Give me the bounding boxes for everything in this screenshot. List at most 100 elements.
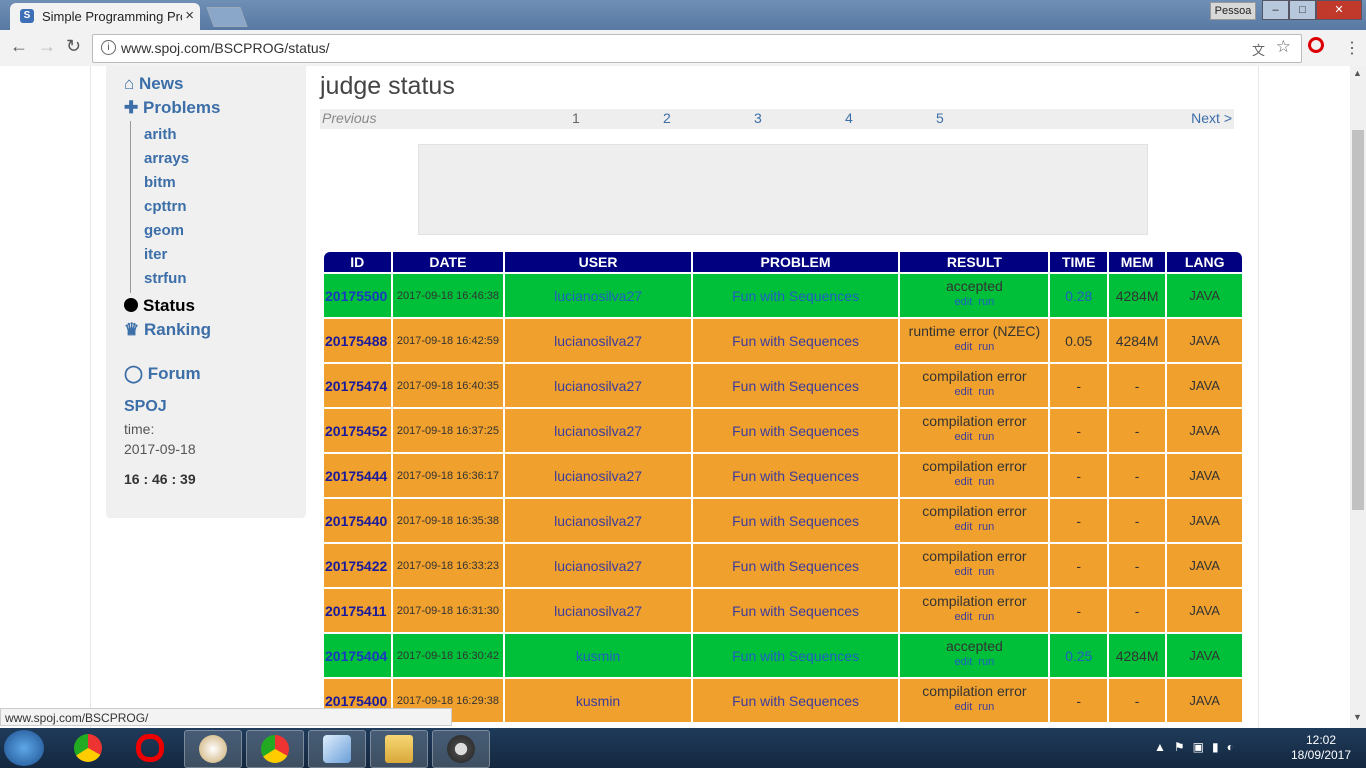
pager-page[interactable]: 2 [663, 110, 671, 126]
run-link[interactable]: run [978, 386, 994, 398]
bookmark-star-icon[interactable]: ☆ [1276, 37, 1291, 57]
submission-user[interactable]: lucianosilva27 [505, 544, 691, 587]
edit-link[interactable]: edit [955, 566, 973, 578]
sidebar-subitem[interactable]: iter [144, 246, 167, 263]
run-link[interactable]: run [978, 431, 994, 443]
run-link[interactable]: run [978, 296, 994, 308]
taskbar-app[interactable] [370, 730, 428, 768]
result-actions: edit run [900, 341, 1048, 353]
translate-icon[interactable]: 文 [1252, 40, 1265, 59]
submission-problem[interactable]: Fun with Sequences [692, 589, 899, 632]
edit-link[interactable]: edit [955, 701, 973, 713]
sidebar-item-forum[interactable]: ◯ Forum [124, 364, 201, 384]
sidebar-item-ranking[interactable]: ♛ Ranking [124, 320, 211, 340]
browser-tab[interactable]: S Simple Programming Pro × [10, 3, 200, 30]
maximize-button[interactable]: □ [1289, 0, 1316, 20]
tab-close-icon[interactable]: × [185, 7, 194, 24]
sidebar-subitem[interactable]: arith [144, 126, 177, 143]
submission-user[interactable]: lucianosilva27 [505, 454, 691, 497]
scroll-up-icon[interactable]: ▲ [1353, 68, 1362, 78]
taskbar-app[interactable] [122, 730, 178, 766]
submission-problem[interactable]: Fun with Sequences [692, 319, 899, 362]
taskbar-app[interactable] [246, 730, 304, 768]
submission-user[interactable]: kusmin [505, 679, 691, 722]
submission-user[interactable]: lucianosilva27 [505, 589, 691, 632]
submission-user[interactable]: lucianosilva27 [505, 499, 691, 542]
submission-id[interactable]: 20175500 [324, 274, 391, 317]
submission-problem[interactable]: Fun with Sequences [692, 274, 899, 317]
submission-id[interactable]: 20175444 [324, 454, 391, 497]
table-row: 20175411 2017-09-18 16:31:30 lucianosilva2… [324, 589, 1242, 632]
new-tab-button[interactable] [206, 7, 248, 27]
sidebar-item-news[interactable]: ⌂ News [124, 74, 183, 94]
submission-id[interactable]: 20175488 [324, 319, 391, 362]
extension-icon[interactable] [1308, 37, 1324, 53]
profile-button[interactable]: Pessoa [1210, 2, 1256, 20]
info-icon[interactable]: i [101, 40, 116, 55]
edit-link[interactable]: edit [955, 476, 973, 488]
edit-link[interactable]: edit [955, 521, 973, 533]
sidebar-subitem[interactable]: strfun [144, 270, 187, 287]
pager-page[interactable]: 4 [845, 110, 853, 126]
run-link[interactable]: run [978, 566, 994, 578]
sidebar-subitem[interactable]: cpttrn [144, 198, 187, 215]
close-window-button[interactable]: ✕ [1316, 0, 1362, 20]
taskbar-clock[interactable]: 12:02 18/09/2017 [1290, 733, 1352, 763]
run-link[interactable]: run [978, 521, 994, 533]
edit-link[interactable]: edit [955, 656, 973, 668]
submission-problem[interactable]: Fun with Sequences [692, 454, 899, 497]
sidebar-subitem[interactable]: geom [144, 222, 184, 239]
pager-page[interactable]: 5 [936, 110, 944, 126]
run-link[interactable]: run [978, 341, 994, 353]
submission-user[interactable]: lucianosilva27 [505, 274, 691, 317]
sidebar-item-problems[interactable]: ✚ Problems [124, 98, 220, 118]
pager-next[interactable]: Next > [1191, 110, 1232, 126]
submission-id[interactable]: 20175452 [324, 409, 391, 452]
scrollbar-thumb[interactable] [1352, 130, 1364, 510]
url-text[interactable]: www.spoj.com/BSCPROG/status/ [121, 40, 330, 56]
edit-link[interactable]: edit [955, 611, 973, 623]
submission-id[interactable]: 20175411 [324, 589, 391, 632]
submission-problem[interactable]: Fun with Sequences [692, 634, 899, 677]
submission-id[interactable]: 20175474 [324, 364, 391, 407]
taskbar-app[interactable] [60, 730, 116, 766]
pager-page[interactable]: 3 [754, 110, 762, 126]
sidebar-item-label: Ranking [143, 320, 212, 339]
submission-id[interactable]: 20175404 [324, 634, 391, 677]
forward-button[interactable]: → [38, 36, 56, 57]
submission-user[interactable]: lucianosilva27 [505, 319, 691, 362]
sidebar-subitem[interactable]: arrays [144, 150, 189, 167]
submission-user[interactable]: kusmin [505, 634, 691, 677]
vertical-scrollbar[interactable]: ▲ ▼ [1350, 66, 1366, 728]
minimize-button[interactable]: – [1262, 0, 1289, 20]
scroll-down-icon[interactable]: ▼ [1353, 712, 1362, 722]
taskbar-app[interactable] [184, 730, 242, 768]
start-button[interactable] [4, 730, 44, 766]
reload-button[interactable]: ↻ [66, 36, 81, 57]
system-tray[interactable]: ▲⚑▣▮◐ [1154, 740, 1242, 754]
run-link[interactable]: run [978, 656, 994, 668]
submission-id[interactable]: 20175422 [324, 544, 391, 587]
submission-problem[interactable]: Fun with Sequences [692, 364, 899, 407]
sidebar-subitem[interactable]: bitm [144, 174, 176, 191]
run-link[interactable]: run [978, 611, 994, 623]
address-bar[interactable]: i www.spoj.com/BSCPROG/status/ 文 ☆ [92, 34, 1302, 63]
taskbar-app[interactable] [432, 730, 490, 768]
taskbar-app[interactable] [308, 730, 366, 768]
submission-id[interactable]: 20175440 [324, 499, 391, 542]
run-link[interactable]: run [978, 701, 994, 713]
run-link[interactable]: run [978, 476, 994, 488]
submission-problem[interactable]: Fun with Sequences [692, 499, 899, 542]
back-button[interactable]: ← [10, 36, 28, 57]
edit-link[interactable]: edit [955, 341, 973, 353]
submission-user[interactable]: lucianosilva27 [505, 409, 691, 452]
edit-link[interactable]: edit [955, 431, 973, 443]
submission-user[interactable]: lucianosilva27 [505, 364, 691, 407]
edit-link[interactable]: edit [955, 296, 973, 308]
edit-link[interactable]: edit [955, 386, 973, 398]
submission-problem[interactable]: Fun with Sequences [692, 409, 899, 452]
browser-menu-icon[interactable]: ⋮ [1344, 38, 1360, 58]
submission-problem[interactable]: Fun with Sequences [692, 544, 899, 587]
sidebar-item-status[interactable]: Status [124, 296, 195, 316]
submission-problem[interactable]: Fun with Sequences [692, 679, 899, 722]
